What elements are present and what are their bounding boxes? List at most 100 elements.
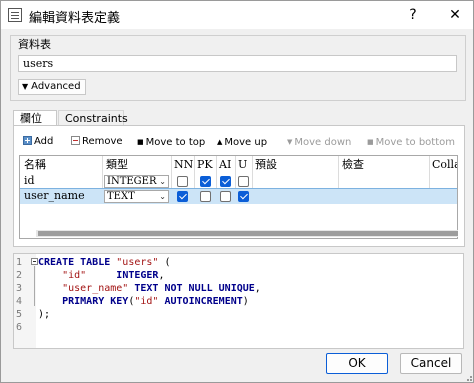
row-username-u-checkbox[interactable] [238, 191, 249, 202]
header-type[interactable]: 類型 [106, 158, 128, 172]
close-button[interactable]: ✕ [443, 3, 467, 27]
move-down-icon: ▼ [287, 138, 293, 146]
line-number: 3 [16, 283, 23, 294]
col-divider [194, 156, 195, 190]
row-id-pk-checkbox[interactable] [200, 176, 211, 187]
col-divider [102, 156, 103, 190]
grid-scrollbar-thumb[interactable] [38, 231, 458, 236]
header-default[interactable]: 預設 [255, 158, 277, 172]
help-button[interactable]: ? [401, 3, 425, 27]
line-number: 1 [16, 257, 23, 268]
move-up-button[interactable]: ▲ Move up [217, 135, 267, 149]
edit-table-dialog: 編輯資料表定義 ? ✕ 資料表 users ▼ Advanced 欄位 Const… [0, 0, 474, 383]
sql-line: CREATE TABLE "users" ( [38, 256, 261, 269]
table-name-input[interactable]: users [18, 55, 457, 72]
move-down-button[interactable]: ▼ Move down [287, 135, 351, 149]
advanced-toggle-button[interactable]: ▼ Advanced [18, 79, 86, 95]
sql-line: "id" INTEGER, [38, 269, 261, 282]
title-bar: 編輯資料表定義 ? ✕ [1, 1, 473, 29]
sql-string: "id" [62, 270, 87, 281]
header-nn[interactable]: NN [174, 158, 193, 172]
sql-line: ); [38, 308, 261, 321]
col-divider [216, 156, 217, 190]
row-username-type-value: TEXT [107, 191, 135, 202]
row-username-pk-checkbox[interactable] [200, 191, 211, 202]
move-bottom-label: Move to bottom [375, 137, 456, 148]
move-up-label: Move up [224, 137, 268, 148]
line-number: 5 [16, 309, 23, 320]
col-divider [171, 156, 172, 190]
tab-constraints[interactable]: Constraints [58, 110, 128, 126]
row-username-nn-checkbox[interactable] [177, 191, 188, 202]
remove-label: Remove [82, 136, 123, 147]
table-app-icon [8, 8, 22, 22]
sql-text: , [158, 270, 165, 281]
move-down-label: Move down [294, 137, 352, 148]
header-ai[interactable]: AI [219, 158, 231, 172]
row-id-ai-checkbox[interactable] [220, 176, 231, 187]
line-number: 2 [16, 270, 23, 281]
triangle-down-icon: ▼ [22, 82, 29, 91]
sql-line [38, 321, 261, 334]
add-icon [23, 136, 32, 145]
row-id-type-value: INTEGER [107, 176, 157, 187]
sql-text: ( [158, 257, 171, 268]
move-up-icon: ▲ [217, 138, 223, 146]
sql-text: , [254, 283, 261, 294]
sql-text: ); [38, 309, 51, 320]
ok-button[interactable]: OK [326, 353, 388, 374]
remove-icon [71, 136, 80, 145]
col-divider [338, 156, 339, 190]
sql-keyword: INTEGER [116, 270, 159, 281]
row-id-u-checkbox[interactable] [238, 176, 249, 187]
cancel-button[interactable]: Cancel [400, 353, 462, 374]
col-divider [252, 156, 253, 190]
sql-string: "id" [134, 296, 159, 307]
resize-grip-icon[interactable] [465, 374, 473, 382]
header-name[interactable]: 名稱 [24, 158, 46, 172]
row-username-name[interactable]: user_name [24, 189, 85, 203]
row-username-ai-checkbox[interactable] [220, 191, 231, 202]
window-title: 編輯資料表定義 [29, 11, 121, 26]
header-collate[interactable]: Colla [432, 158, 457, 172]
add-field-button[interactable]: Add [23, 135, 53, 149]
move-top-icon: ■ [137, 138, 144, 146]
sql-preview-editor[interactable]: 1 2 3 4 5 6 CREATE TABLE "users" ( "id" … [13, 253, 464, 349]
sql-line: PRIMARY KEY("id" AUTOINCREMENT) [38, 295, 261, 308]
sql-keyword: AUTOINCREMENT [164, 296, 243, 307]
move-to-bottom-button[interactable]: ■ Move to bottom [367, 135, 455, 149]
line-number: 6 [16, 322, 23, 333]
fold-collapse-icon[interactable] [31, 258, 38, 265]
row-username-type-select[interactable]: TEXT ⌄ [104, 190, 169, 203]
tab-fields[interactable]: 欄位 [13, 110, 57, 126]
chevron-down-icon: ⌄ [159, 177, 166, 186]
row-id-nn-checkbox[interactable] [177, 176, 188, 187]
advanced-label: Advanced [31, 81, 81, 92]
table-group-label: 資料表 [18, 38, 51, 51]
sql-line: "user_name" TEXT NOT NULL UNIQUE, [38, 282, 261, 295]
add-label: Add [34, 136, 54, 147]
sql-keyword: CREATE TABLE [38, 257, 117, 268]
header-check[interactable]: 檢查 [342, 158, 364, 172]
sql-code: CREATE TABLE "users" ( "id" INTEGER, "us… [38, 256, 261, 334]
sql-string: "users" [116, 257, 159, 268]
sql-keyword: PRIMARY KEY [62, 296, 129, 307]
move-to-top-button[interactable]: ■ Move to top [137, 135, 205, 149]
remove-field-button[interactable]: Remove [71, 135, 123, 149]
col-divider [429, 156, 430, 190]
row-id-type-select[interactable]: INTEGER ⌄ [104, 175, 169, 188]
chevron-down-icon: ⌄ [159, 192, 166, 201]
col-divider [235, 156, 236, 190]
header-pk[interactable]: PK [197, 158, 213, 172]
header-u[interactable]: U [238, 158, 247, 172]
sql-keyword: TEXT NOT NULL UNIQUE [134, 283, 255, 294]
row-id-name[interactable]: id [24, 174, 35, 188]
fields-grid: 名稱 類型 NN PK AI U 預設 檢查 Colla id INTEGER ⌄… [19, 155, 458, 239]
sql-string: "user_name" [62, 283, 129, 294]
selected-row-border [20, 188, 457, 189]
fold-guide-line [34, 266, 35, 306]
line-number: 4 [16, 296, 23, 307]
